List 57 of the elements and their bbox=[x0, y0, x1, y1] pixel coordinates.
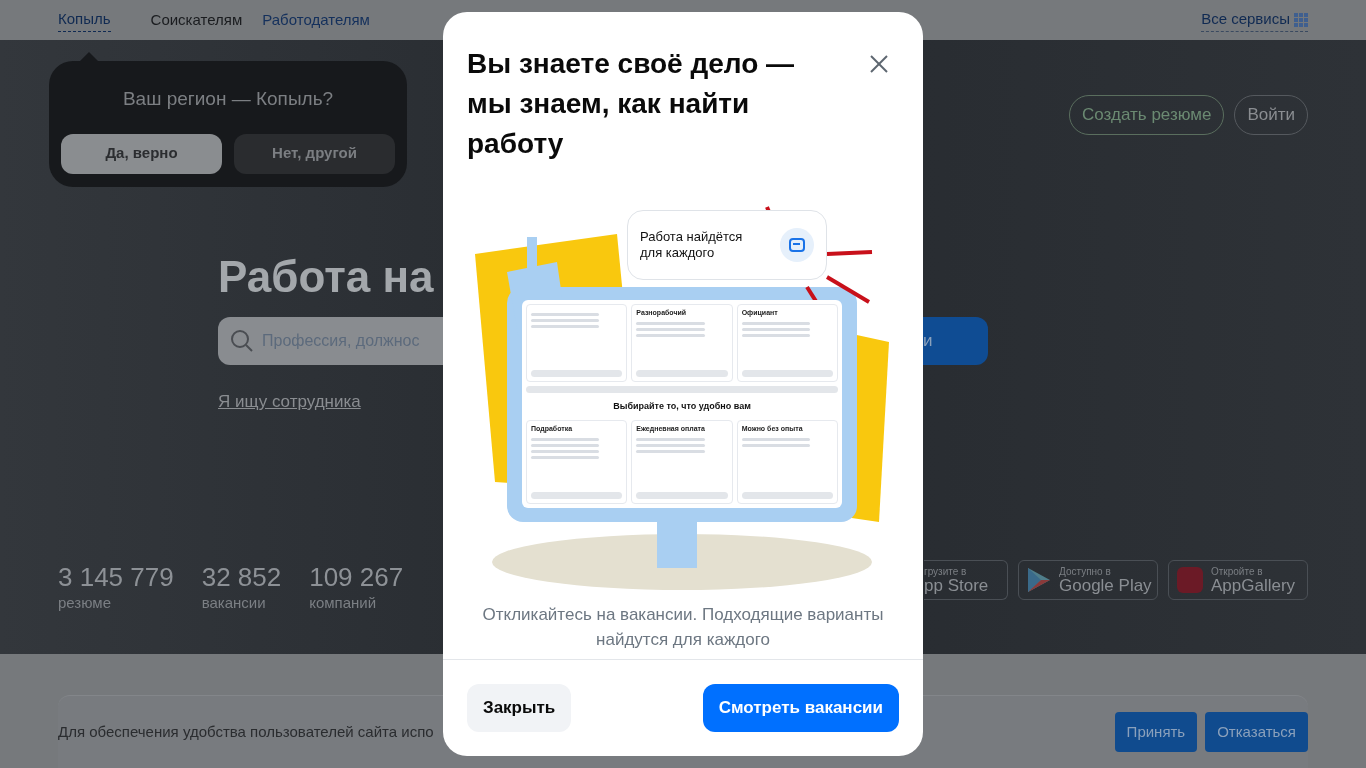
badge-store: Google Play bbox=[1059, 576, 1152, 594]
region-link[interactable]: Копыль bbox=[58, 8, 111, 32]
app-icon bbox=[1177, 567, 1203, 593]
text-line bbox=[636, 321, 705, 325]
text-line bbox=[741, 327, 811, 331]
badge-caption: Доступно в bbox=[1059, 566, 1112, 577]
text-line bbox=[531, 438, 600, 441]
modal-button[interactable]: Закрыть bbox=[467, 684, 572, 732]
stat-value: 32 852 bbox=[201, 561, 282, 592]
text-line bbox=[531, 319, 600, 322]
modal-title: Вы знаете своё дело — мы знаем, как найти работу bbox=[467, 47, 796, 161]
store-badge[interactable]: Доступно в Google Play bbox=[1018, 560, 1158, 600]
nav-link[interactable]: Соискателям bbox=[150, 8, 243, 32]
badge-caption: грузите в bbox=[924, 566, 968, 577]
store-badge[interactable]: грузите в pp Store bbox=[924, 560, 1008, 600]
cookie-text: Для обеспечения удобства пользователей сайта испо bbox=[58, 721, 435, 742]
stat-label: вакансии bbox=[201, 592, 267, 613]
text-line bbox=[636, 444, 705, 447]
badge-store: pp Store bbox=[924, 576, 989, 594]
bubble-text: Работа найдётся для каждого bbox=[640, 228, 744, 262]
cookie-button[interactable]: Отказаться bbox=[1205, 712, 1308, 752]
stat-label: резюме bbox=[58, 592, 112, 613]
hero-title: Работа на bbox=[218, 251, 434, 303]
search-button[interactable]: и bbox=[923, 317, 988, 365]
text-line bbox=[531, 313, 600, 316]
text-line bbox=[531, 325, 600, 328]
text-line bbox=[636, 450, 705, 453]
stat-value: 109 267 bbox=[309, 561, 404, 592]
chat-icon bbox=[780, 228, 814, 262]
search-icon bbox=[230, 329, 254, 353]
text-line bbox=[531, 456, 600, 459]
nav-link[interactable]: Работодателям bbox=[262, 8, 370, 32]
services-link[interactable]: Все сервисы bbox=[1201, 8, 1308, 32]
cookie-button[interactable]: Принять bbox=[1114, 712, 1198, 752]
play-icon bbox=[1027, 567, 1051, 593]
stat-label: компаний bbox=[309, 592, 378, 613]
text-line bbox=[531, 450, 600, 453]
popup-button[interactable]: Да, верно bbox=[61, 133, 222, 174]
text-line bbox=[636, 438, 705, 441]
modal-button[interactable]: Смотреть вакансии bbox=[702, 684, 899, 732]
screen-heading: Выбирайте то, что удобно вам bbox=[612, 400, 752, 413]
text-line bbox=[741, 321, 811, 325]
store-badge[interactable]: Откройте в AppGallery bbox=[1168, 560, 1308, 600]
badge-store: AppGallery bbox=[1211, 576, 1296, 594]
modal-text: Откликайтесь на вакансии. Подходящие варианты найдутся для каждого bbox=[481, 604, 885, 651]
text-line bbox=[741, 438, 811, 441]
text-line bbox=[741, 444, 811, 447]
employer-link[interactable]: Я ищу сотрудника bbox=[218, 389, 361, 415]
text-line bbox=[741, 333, 811, 337]
stat-value: 3 145 779 bbox=[58, 561, 174, 592]
popup-question: Ваш регион — Копыль? bbox=[122, 87, 334, 111]
badge-caption: Откройте в bbox=[1211, 566, 1264, 577]
text-line bbox=[531, 444, 600, 447]
grid-icon bbox=[1294, 12, 1308, 27]
text-line bbox=[636, 327, 705, 331]
popup-button[interactable]: Нет, другой bbox=[234, 133, 395, 174]
text-line bbox=[636, 333, 705, 337]
